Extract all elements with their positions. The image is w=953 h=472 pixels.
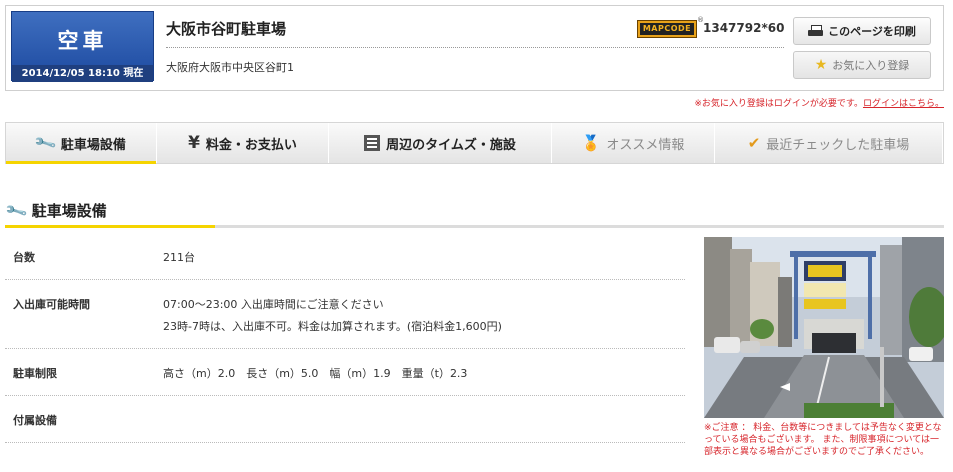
printer-icon (808, 24, 824, 38)
availability-status-box: 空車 2014/12/05 18:10 現在 (11, 11, 154, 82)
spec-row-amenities: 付属設備 (5, 396, 685, 443)
tab-parking-facilities[interactable]: 🔧 駐車場設備 (6, 123, 157, 164)
tab-label: 最近チェックした駐車場 (766, 137, 910, 153)
spec-label: 入出庫可能時間 (13, 298, 90, 311)
section-title-text: 駐車場設備 (31, 202, 107, 220)
tab-fees-payment[interactable]: ¥ 料金・お支払い (157, 123, 329, 163)
spec-row-hours: 入出庫可能時間 07:00～23:00 入出庫時間にご注意ください 23時-7時… (5, 280, 685, 349)
photo-caution-note: ※ご注意 ： 料金、台数等につきましては予告なく変更となっている場合もございます… (704, 423, 942, 457)
facility-spec-table: 台数 211台 入出庫可能時間 07:00～23:00 入出庫時間にご注意くださ… (5, 236, 685, 443)
status-timestamp: 2014/12/05 18:10 現在 (12, 65, 153, 82)
parking-entrance-photo (704, 237, 944, 418)
parking-lot-address: 大阪府大阪市中央区谷町1 (166, 61, 294, 74)
star-icon: ★ (814, 57, 828, 73)
tab-label: 料金・お支払い (205, 137, 297, 153)
print-page-button[interactable]: このページを印刷 (793, 17, 931, 45)
mapcode-logo: MAPCODE (637, 20, 697, 38)
section-title: 🔧 駐車場設備 (3, 198, 107, 223)
tab-nearby-facilities[interactable]: 周辺のタイムズ・施設 (329, 123, 552, 163)
tab-label: オススメ情報 (606, 137, 685, 153)
spec-label: 台数 (13, 251, 35, 264)
tab-label: 駐車場設備 (60, 137, 126, 153)
tab-recently-viewed[interactable]: ✔ 最近チェックした駐車場 (715, 123, 943, 163)
title-divider (166, 47, 784, 48)
spec-label: 駐車制限 (13, 367, 57, 380)
tab-recommendations[interactable]: 🏅 オススメ情報 (552, 123, 715, 163)
login-notice-text: ※お気に入り登録はログインが必要です。 (694, 99, 863, 109)
section-underline (5, 225, 944, 228)
spec-value (163, 410, 685, 432)
check-icon: ✔ (747, 133, 761, 152)
login-notice: ※お気に入り登録はログインが必要です。ログインはこちら。 (694, 96, 944, 109)
parking-lot-name: 大阪市谷町駐車場 (166, 20, 287, 38)
yen-icon: ¥ (188, 132, 200, 153)
tab-bar: 🔧 駐車場設備 ¥ 料金・お支払い 周辺のタイムズ・施設 🏅 オススメ情報 ✔ … (5, 122, 944, 164)
spec-row-capacity: 台数 211台 (5, 236, 685, 280)
spec-value: 211台 (163, 251, 195, 264)
spec-row-restrictions: 駐車制限 高さ（m）2.0 長さ（m）5.0 幅（m）1.9 重量（t）2.3 (5, 349, 685, 396)
spec-label: 付属設備 (13, 414, 57, 427)
favorite-button-label: お気に入り登録 (832, 59, 910, 72)
availability-status: 空車 (57, 29, 108, 53)
print-button-label: このページを印刷 (828, 25, 916, 38)
wrench-icon: 🔧 (32, 130, 58, 156)
medal-icon: 🏅 (581, 133, 601, 152)
spec-value: 高さ（m）2.0 長さ（m）5.0 幅（m）1.9 重量（t）2.3 (163, 367, 468, 380)
login-link[interactable]: ログインはこちら。 (863, 99, 944, 109)
spec-value: 07:00～23:00 入出庫時間にご注意ください 23時-7時は、入出庫不可。… (163, 298, 502, 333)
tab-label: 周辺のタイムズ・施設 (386, 137, 516, 153)
wrench-icon: 🔧 (3, 198, 29, 223)
add-favorite-button[interactable]: ★ お気に入り登録 (793, 51, 931, 79)
mapcode-value: 1347792*60 (703, 21, 785, 35)
building-icon (364, 135, 381, 151)
